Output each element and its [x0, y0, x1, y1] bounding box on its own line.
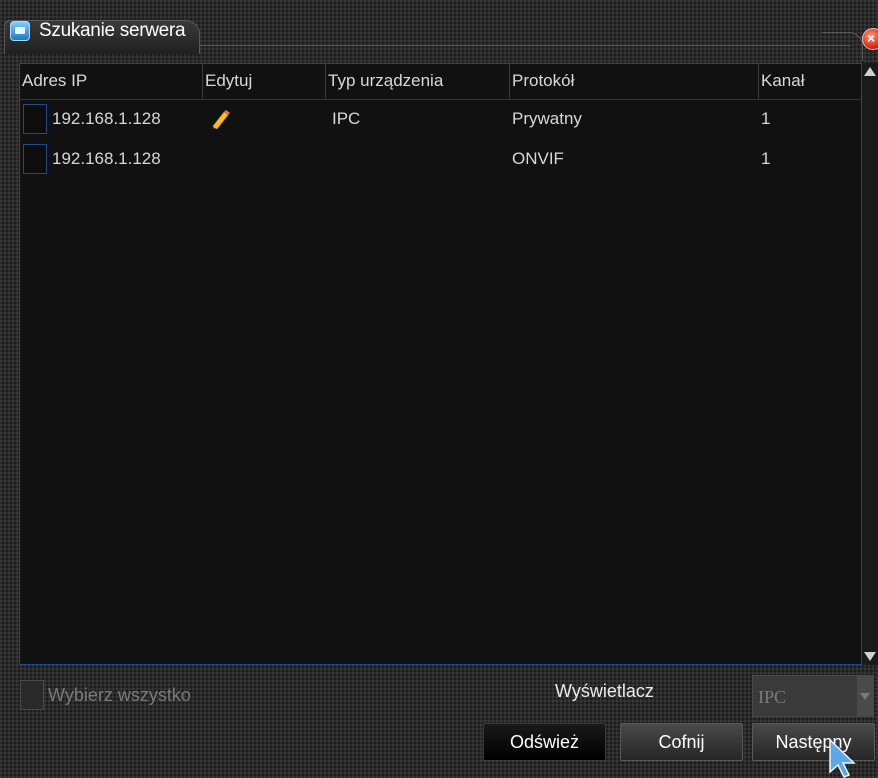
column-header-channel[interactable]: Kanał: [759, 64, 861, 99]
chevron-down-icon[interactable]: [857, 676, 873, 716]
column-header-protocol[interactable]: Protokół: [510, 64, 759, 99]
title-divider: [200, 45, 850, 46]
display-label: Wyświetlacz: [555, 681, 654, 701]
window-title: Szukanie serwera: [39, 20, 186, 41]
select-all-label: Wybierz wszystko: [48, 685, 191, 705]
row-protocol: ONVIF: [512, 149, 564, 168]
table-scrollbar[interactable]: [862, 63, 878, 665]
back-button[interactable]: Cofnij: [620, 723, 743, 761]
column-header-device-type[interactable]: Typ urządzenia: [326, 64, 510, 99]
refresh-button[interactable]: Odśwież: [483, 723, 606, 761]
table-header: Adres IP Edytuj Typ urządzenia Protokół …: [20, 64, 861, 100]
column-header-edit[interactable]: Edytuj: [203, 64, 326, 99]
row-checkbox[interactable]: [23, 144, 47, 174]
display-select-value: IPC: [758, 687, 787, 707]
display-select[interactable]: IPC: [752, 675, 874, 717]
row-channel: 1: [761, 109, 771, 128]
select-all-checkbox[interactable]: [20, 680, 44, 710]
search-server-window: Szukanie serwera × Adres IP Edytuj Typ u…: [0, 0, 878, 778]
row-device-type: IPC: [332, 109, 361, 128]
column-header-ip[interactable]: Adres IP: [20, 64, 203, 99]
device-table: Adres IP Edytuj Typ urządzenia Protokół …: [19, 63, 862, 665]
table-row[interactable]: 192.168.1.128 ONVIF 1: [20, 141, 861, 177]
window-app-icon: [10, 21, 30, 41]
close-button[interactable]: ×: [862, 28, 878, 50]
row-ip: 192.168.1.128: [52, 109, 161, 128]
scroll-down-icon[interactable]: [864, 652, 876, 661]
row-protocol: Prywatny: [512, 109, 582, 128]
row-checkbox[interactable]: [23, 104, 47, 134]
scroll-up-icon[interactable]: [864, 67, 876, 76]
mouse-cursor-icon: [829, 738, 856, 778]
pencil-icon[interactable]: [210, 109, 230, 131]
row-ip: 192.168.1.128: [52, 149, 161, 168]
table-row[interactable]: 192.168.1.128 IPC Prywatny 1: [20, 101, 861, 137]
title-bar-edge: [822, 32, 863, 61]
row-channel: 1: [761, 149, 771, 168]
